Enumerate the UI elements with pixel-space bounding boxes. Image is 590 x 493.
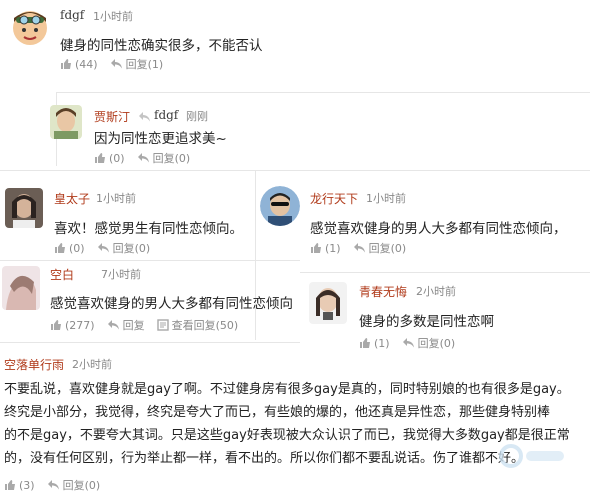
avatar[interactable]	[309, 282, 347, 324]
thumbs-up-icon	[55, 243, 65, 253]
like-count: (0)	[69, 241, 85, 255]
reply-target-username[interactable]: fdgf	[154, 108, 178, 122]
thumbs-up-icon	[95, 153, 105, 163]
username[interactable]: 贾斯汀	[94, 108, 130, 125]
reply-arrow-icon	[110, 59, 122, 69]
like-button[interactable]: (277)	[50, 319, 95, 332]
comment-list-icon	[156, 319, 169, 331]
reply-label: 回复(0)	[112, 242, 151, 255]
thumbs-up-icon	[51, 320, 61, 330]
reply-arrow-icon	[47, 480, 59, 490]
reply-arrow-icon	[353, 243, 365, 253]
timestamp: 7小时前	[101, 268, 141, 281]
comment-text: 喜欢！感觉男生有同性恋倾向。	[54, 221, 243, 237]
thumbs-up-icon	[61, 59, 71, 69]
username[interactable]: 空白	[50, 266, 74, 283]
reply-label: 回复(0)	[417, 337, 456, 350]
reply-button[interactable]: 回复(1)	[110, 56, 164, 72]
like-count: (277)	[65, 318, 95, 332]
reply-button[interactable]: 回复(0)	[47, 477, 101, 493]
username[interactable]: fdgf	[60, 8, 84, 22]
avatar[interactable]	[260, 186, 300, 226]
avatar[interactable]	[2, 266, 40, 310]
reply-button[interactable]: 回复(0)	[137, 150, 191, 166]
like-button[interactable]: (1)	[359, 337, 390, 350]
like-button[interactable]: (44)	[60, 58, 98, 71]
thumbs-up-icon	[360, 338, 370, 348]
comment-text-line: 不要乱说，喜欢健身就是gay了啊。不过健身房有很多gay是真的，同时特别娘的也有…	[4, 382, 570, 397]
like-button[interactable]: (0)	[94, 152, 125, 165]
timestamp: 1小时前	[366, 192, 406, 205]
reply-arrow-icon	[97, 243, 109, 253]
avatar[interactable]	[5, 188, 43, 228]
reply-label: 回复(1)	[125, 58, 164, 71]
like-count: (1)	[325, 241, 341, 255]
comment-text: 健身的同性恋确实很多，不能否认	[60, 38, 263, 54]
view-replies-button[interactable]: 查看回复(50)	[156, 317, 239, 333]
reply-arrow-icon	[137, 153, 149, 163]
like-count: (44)	[75, 57, 98, 71]
timestamp: 1小时前	[93, 10, 133, 23]
reply-label: 回复	[122, 319, 145, 332]
avatar[interactable]	[50, 105, 82, 139]
avatar[interactable]	[10, 6, 50, 46]
timestamp: 1小时前	[96, 192, 136, 205]
comment-text: 感觉喜欢健身的男人大多都有同性恋倾向，	[310, 221, 567, 237]
reply-label: 回复(0)	[368, 242, 407, 255]
comment-text: 健身的多数是同性恋啊	[359, 314, 494, 330]
reply-button[interactable]: 回复	[107, 317, 145, 333]
timestamp: 刚刚	[186, 110, 208, 123]
reply-label: 回复(0)	[62, 479, 101, 492]
reply-arrow-icon	[138, 108, 151, 127]
comment-text: 感觉喜欢健身的男人大多都有同性恋倾向	[50, 296, 293, 312]
reply-label: 回复(0)	[152, 152, 191, 165]
comment-text-line: 终究是小部分，我觉得，终究是夸大了而已，有些娘的爆的，他还真是异性恋，那些健身特…	[4, 405, 551, 420]
timestamp: 2小时前	[72, 358, 112, 371]
username[interactable]: 空落单行雨	[4, 356, 64, 373]
like-count: (1)	[374, 336, 390, 350]
reply-button[interactable]: 回复(0)	[97, 240, 151, 256]
reply-arrow-icon	[107, 320, 119, 330]
username[interactable]: 皇太子	[54, 190, 90, 207]
username[interactable]: 青春无悔	[359, 283, 407, 300]
username[interactable]: 龙行天下	[310, 190, 358, 207]
reply-button[interactable]: 回复(0)	[353, 240, 407, 256]
thumbs-up-icon	[311, 243, 321, 253]
like-count: (0)	[109, 151, 125, 165]
reply-button[interactable]: 回复(0)	[402, 335, 456, 351]
like-button[interactable]: (0)	[54, 242, 85, 255]
thumbs-up-icon	[5, 480, 15, 490]
watermark-logo	[498, 443, 568, 474]
comment-text: 因为同性恋更追求美~	[94, 131, 227, 147]
like-button[interactable]: (1)	[310, 242, 341, 255]
timestamp: 2小时前	[416, 285, 456, 298]
reply-arrow-icon	[402, 338, 414, 348]
view-replies-label: 查看回复(50)	[171, 319, 239, 332]
